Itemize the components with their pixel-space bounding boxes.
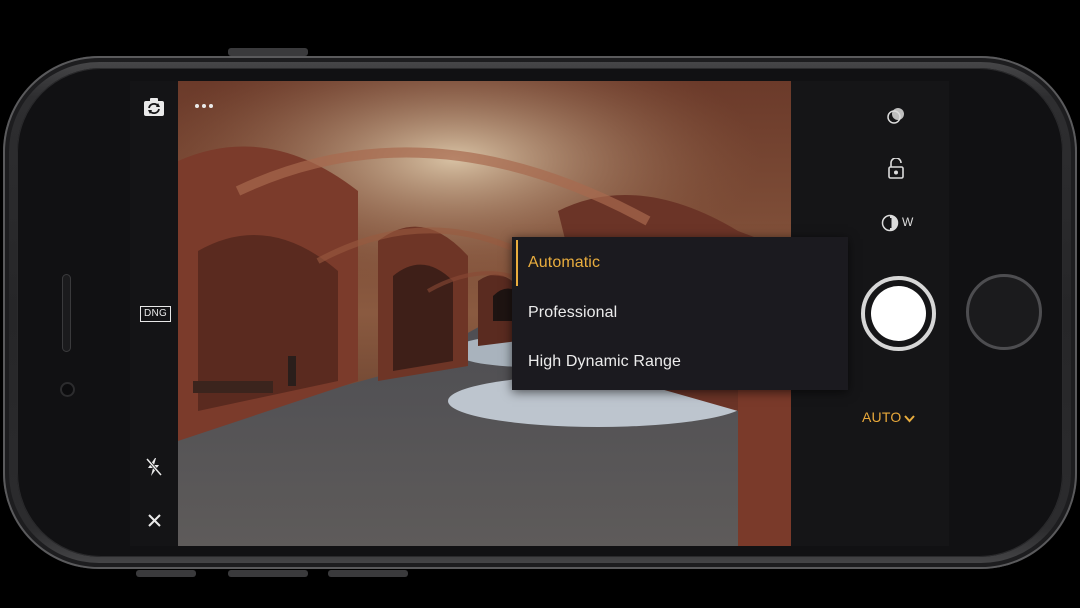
lens-selector[interactable]: W bbox=[881, 213, 921, 233]
lens-label: W bbox=[902, 215, 914, 229]
capture-mode-menu: Automatic Professional High Dynamic Rang… bbox=[512, 237, 848, 390]
chevron-down-icon bbox=[904, 415, 915, 423]
more-dots-icon[interactable] bbox=[194, 103, 214, 109]
top-button bbox=[228, 48, 308, 56]
filter-circles-icon[interactable] bbox=[886, 106, 906, 126]
exposure-lock-icon[interactable] bbox=[887, 158, 905, 179]
lens-wide-icon bbox=[881, 214, 899, 232]
home-button[interactable] bbox=[966, 274, 1042, 350]
capture-mode-label: AUTO bbox=[862, 409, 902, 425]
camera-screen: DNG W AUTO Automatic Professional High D… bbox=[130, 81, 949, 546]
shutter-button-inner bbox=[871, 286, 926, 341]
capture-mode-toggle[interactable]: AUTO bbox=[861, 407, 931, 429]
earpiece-speaker bbox=[62, 274, 71, 352]
menu-item-hdr[interactable]: High Dynamic Range bbox=[512, 337, 848, 387]
bottom-button-1 bbox=[136, 570, 196, 577]
left-toolbar: DNG bbox=[130, 81, 178, 546]
camera-switch-icon[interactable] bbox=[143, 97, 165, 117]
dng-format-badge[interactable]: DNG bbox=[140, 306, 171, 322]
front-camera bbox=[60, 382, 75, 397]
shutter-button[interactable] bbox=[861, 276, 936, 351]
menu-item-automatic[interactable]: Automatic bbox=[512, 238, 848, 288]
flash-off-icon[interactable] bbox=[145, 457, 163, 477]
bottom-button-3 bbox=[328, 570, 408, 577]
menu-item-professional[interactable]: Professional bbox=[512, 288, 848, 338]
bottom-button-2 bbox=[228, 570, 308, 577]
close-icon[interactable] bbox=[148, 514, 161, 527]
